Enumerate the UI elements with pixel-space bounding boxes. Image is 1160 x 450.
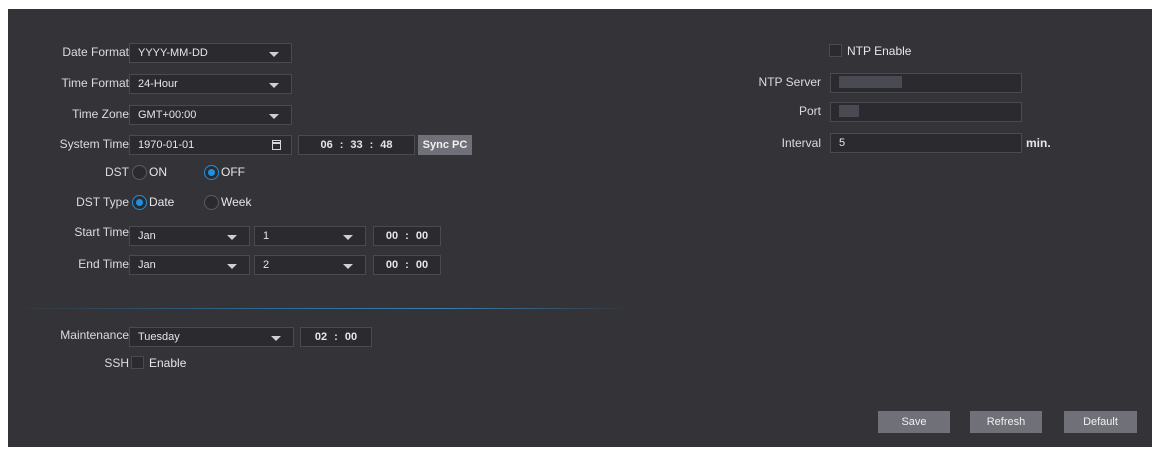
ntp-server-input[interactable]: [830, 73, 1022, 93]
ntp-enable-checkbox[interactable]: [829, 44, 842, 57]
maintenance-day-select[interactable]: Tuesday: [129, 327, 294, 347]
chevron-down-icon: [343, 264, 353, 269]
dst-off-label: OFF: [221, 165, 245, 179]
settings-panel: Date Format YYYY-MM-DD Time Format 24-Ho…: [8, 9, 1152, 447]
start-month-value: Jan: [138, 230, 156, 242]
dst-type-date-label: Date: [149, 195, 175, 209]
ntp-enable-label: NTP Enable: [847, 44, 912, 58]
end-day-select[interactable]: 2: [254, 255, 366, 275]
interval-input[interactable]: 5: [830, 133, 1022, 153]
maintenance-minute: 00: [344, 331, 358, 343]
dst-on-radio[interactable]: [132, 165, 147, 180]
chevron-down-icon: [343, 235, 353, 240]
ssh-enable-checkbox[interactable]: [131, 356, 144, 369]
chevron-down-icon: [227, 264, 237, 269]
start-time-input[interactable]: 00:00: [373, 226, 441, 246]
date-format-select[interactable]: YYYY-MM-DD: [129, 43, 292, 63]
system-time-hour: 06: [320, 139, 333, 151]
system-time-minute: 33: [350, 139, 363, 151]
interval-label: Interval: [781, 136, 821, 150]
end-time-input[interactable]: 00:00: [373, 255, 441, 275]
interval-unit: min.: [1026, 136, 1051, 150]
dst-on-label: ON: [149, 165, 167, 179]
date-format-label: Date Format: [62, 45, 129, 59]
refresh-button[interactable]: Refresh: [970, 411, 1042, 433]
section-divider: [8, 308, 633, 309]
chevron-down-icon: [271, 336, 281, 341]
dst-label: DST: [105, 165, 129, 179]
ssh-enable-label: Enable: [149, 356, 187, 370]
end-minute: 00: [415, 259, 429, 271]
time-zone-label: Time Zone: [72, 107, 129, 121]
redacted-value: [839, 105, 859, 118]
start-day-value: 1: [263, 230, 270, 242]
chevron-down-icon: [227, 235, 237, 240]
maintenance-day-value: Tuesday: [138, 331, 180, 343]
end-month-value: Jan: [138, 259, 156, 271]
end-hour: 00: [385, 259, 399, 271]
chevron-down-icon: [269, 83, 279, 88]
dst-type-week-radio[interactable]: [204, 195, 219, 210]
system-date-input[interactable]: 1970-01-01: [129, 135, 292, 155]
calendar-icon[interactable]: [272, 140, 281, 150]
system-time-second: 48: [380, 139, 393, 151]
port-label: Port: [798, 104, 821, 118]
chevron-down-icon: [269, 52, 279, 57]
dst-type-week-label: Week: [221, 195, 252, 209]
dst-type-label: DST Type: [76, 195, 129, 209]
port-input[interactable]: [830, 102, 1022, 122]
dst-off-radio[interactable]: [204, 165, 219, 180]
time-zone-value: GMT+00:00: [138, 109, 197, 121]
default-button[interactable]: Default: [1064, 411, 1137, 433]
ntp-server-label: NTP Server: [758, 75, 821, 89]
chevron-down-icon: [269, 114, 279, 119]
ssh-label: SSH: [104, 356, 129, 370]
sync-pc-button[interactable]: Sync PC: [418, 135, 472, 155]
end-day-value: 2: [263, 259, 270, 271]
dst-type-date-radio[interactable]: [132, 195, 147, 210]
maintenance-hour: 02: [314, 331, 328, 343]
save-button[interactable]: Save: [878, 411, 950, 433]
maintenance-time-input[interactable]: 02:00: [300, 327, 372, 347]
redacted-value: [839, 76, 902, 89]
time-zone-select[interactable]: GMT+00:00: [129, 105, 292, 125]
system-date-value: 1970-01-01: [138, 139, 195, 151]
start-minute: 00: [415, 230, 429, 242]
start-day-select[interactable]: 1: [254, 226, 366, 246]
interval-value: 5: [839, 137, 846, 149]
time-format-select[interactable]: 24-Hour: [129, 74, 292, 94]
start-time-label: Start Time: [74, 225, 129, 239]
start-hour: 00: [385, 230, 399, 242]
time-format-label: Time Format: [61, 76, 129, 90]
date-format-value: YYYY-MM-DD: [138, 47, 208, 59]
end-month-select[interactable]: Jan: [129, 255, 250, 275]
maintenance-label: Maintenance: [60, 328, 129, 342]
system-time-input[interactable]: 06:33:48: [298, 135, 415, 155]
time-format-value: 24-Hour: [138, 78, 178, 90]
end-time-label: End Time: [78, 257, 129, 271]
start-month-select[interactable]: Jan: [129, 226, 250, 246]
system-time-label: System Time: [59, 137, 129, 151]
